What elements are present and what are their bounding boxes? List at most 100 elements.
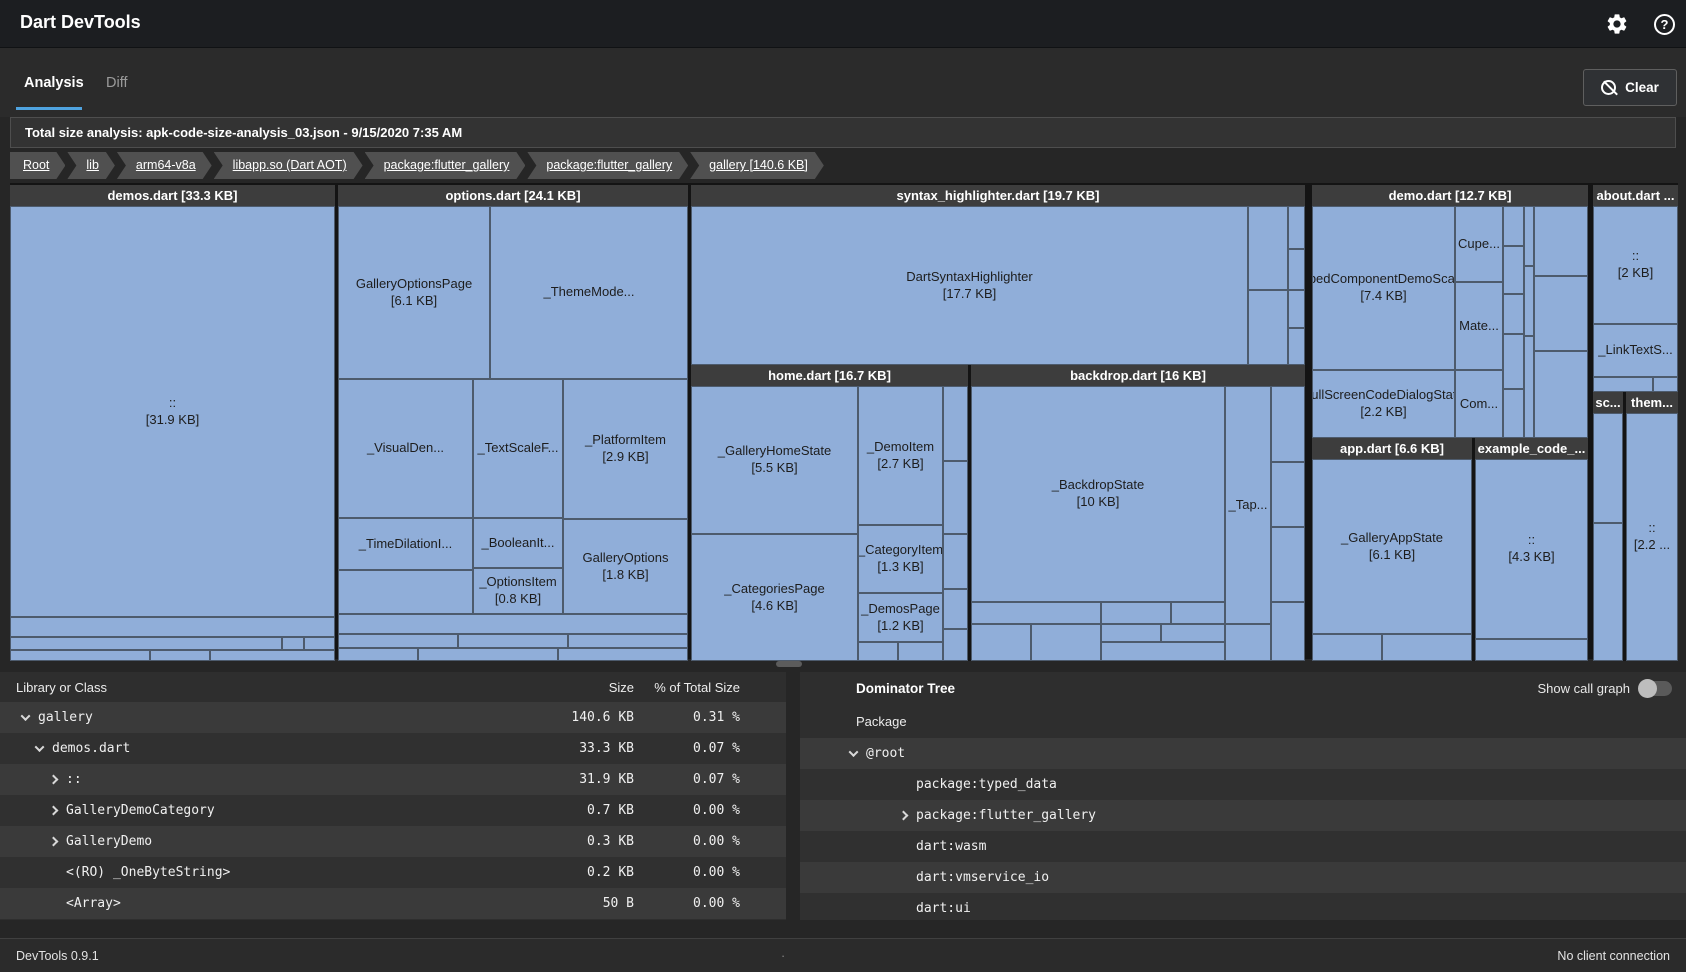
treemap-cell[interactable]: :: [2 KB] (1593, 206, 1678, 324)
column-percent[interactable]: % of Total Size (634, 680, 740, 695)
treemap-cell[interactable] (1382, 634, 1472, 661)
treemap-cell[interactable] (1288, 206, 1305, 249)
treemap-cell[interactable] (1248, 290, 1288, 365)
treemap-cell[interactable]: _BooleanIt... (473, 518, 563, 568)
treemap-cell[interactable] (1288, 249, 1305, 290)
treemap-cell[interactable] (1534, 276, 1588, 351)
treemap-cell[interactable] (1031, 624, 1101, 661)
treemap-cell[interactable]: DartSyntaxHighlighter [17.7 KB] (691, 206, 1248, 365)
treemap-cell[interactable] (1101, 642, 1225, 661)
tree-row[interactable]: dart:wasm (800, 831, 1686, 862)
horizontal-splitter-handle[interactable] (776, 661, 802, 667)
treemap-cell[interactable]: GalleryOptionsPage [6.1 KB] (338, 206, 490, 379)
breadcrumb-gallery[interactable]: gallery [140.6 KB] (690, 152, 824, 179)
breadcrumb-arm64[interactable]: arm64-v8a (117, 152, 212, 179)
treemap-cell[interactable] (1534, 351, 1588, 438)
treemap-cell[interactable] (338, 614, 688, 634)
treemap-cell[interactable] (10, 650, 150, 661)
treemap-cell[interactable]: _TimeDilationI... (338, 518, 473, 570)
tab-diff[interactable]: Diff (106, 75, 128, 91)
treemap-cell[interactable] (1271, 527, 1305, 602)
treemap-cell[interactable]: _DemosPage [1.2 KB] (858, 593, 943, 642)
treemap-cell[interactable] (1524, 266, 1534, 336)
treemap-cell[interactable]: _Tap... (1225, 386, 1271, 624)
column-size[interactable]: Size (524, 680, 634, 695)
breadcrumb-root[interactable]: Root (10, 152, 65, 179)
treemap-cell[interactable] (1593, 413, 1623, 523)
treemap-cell[interactable] (1503, 334, 1524, 389)
treemap-cell[interactable] (1475, 639, 1588, 661)
treemap-cell[interactable] (1225, 624, 1271, 661)
treemap-cell[interactable]: :: [31.9 KB] (10, 206, 335, 617)
treemap-cell[interactable] (1288, 328, 1305, 365)
treemap-cell[interactable] (971, 602, 1101, 624)
treemap-cell[interactable] (1524, 336, 1534, 438)
treemap-cell[interactable]: _VisualDen... (338, 379, 473, 518)
breadcrumb-package-1[interactable]: package:flutter_gallery (365, 152, 526, 179)
treemap-cell[interactable] (1534, 206, 1588, 276)
help-icon[interactable]: ? (1654, 14, 1675, 35)
treemap-cell[interactable] (1503, 206, 1524, 246)
treemap-cell[interactable]: FullScreenCodeDialogState [2.2 KB] (1312, 370, 1455, 438)
treemap-cell[interactable] (1503, 389, 1524, 438)
tree-row[interactable]: package:flutter_gallery (800, 800, 1686, 831)
treemap-cell[interactable] (1271, 462, 1305, 527)
treemap-cell[interactable] (1593, 523, 1623, 661)
treemap-cell[interactable] (943, 629, 968, 661)
treemap-cell[interactable]: _GalleryAppState [6.1 KB] (1312, 459, 1472, 634)
treemap-cell[interactable]: _LinkTextS... (1593, 324, 1678, 377)
treemap-cell[interactable]: _OptionsItem [0.8 KB] (473, 568, 563, 614)
treemap-cell[interactable] (304, 637, 335, 650)
treemap-cell[interactable]: Mate... (1455, 282, 1503, 370)
treemap-cell[interactable] (418, 648, 558, 661)
treemap-cell[interactable]: :: [4.3 KB] (1475, 459, 1588, 639)
treemap-cell[interactable] (282, 637, 304, 650)
treemap-cell[interactable] (943, 461, 968, 534)
treemap-cell[interactable] (1653, 377, 1678, 392)
treemap-cell[interactable] (338, 570, 473, 614)
tree-row[interactable]: package:typed_data (800, 769, 1686, 800)
treemap-section-header[interactable]: home.dart [16.7 KB] (691, 365, 968, 386)
treemap-cell[interactable] (1312, 634, 1382, 661)
treemap-section-header[interactable]: about.dart ... (1593, 185, 1678, 206)
treemap-cell[interactable] (943, 386, 968, 461)
settings-icon[interactable] (1605, 12, 1629, 36)
treemap-cell[interactable] (10, 617, 335, 637)
treemap-section-header[interactable]: options.dart [24.1 KB] (338, 185, 688, 206)
treemap-cell[interactable] (943, 534, 968, 589)
treemap-cell[interactable]: TabbedComponentDemoScaffold [7.4 KB] (1312, 206, 1455, 370)
treemap-cell[interactable] (1161, 624, 1225, 642)
treemap-section-header[interactable]: demos.dart [33.3 KB] (10, 185, 335, 206)
treemap-cell[interactable] (338, 648, 418, 661)
treemap-cell[interactable]: Cupe... (1455, 206, 1503, 282)
treemap-cell[interactable] (10, 637, 282, 650)
tree-row[interactable]: @root (800, 738, 1686, 769)
treemap-section-header[interactable]: app.dart [6.6 KB] (1312, 438, 1472, 459)
treemap-cell[interactable] (1171, 602, 1225, 624)
treemap-cell[interactable] (1248, 206, 1288, 290)
treemap-cell[interactable]: _CategoriesPage [4.6 KB] (691, 534, 858, 661)
tab-analysis[interactable]: Analysis (24, 75, 84, 91)
treemap-cell[interactable]: Com... (1455, 370, 1503, 438)
column-package[interactable]: Package (800, 704, 1686, 738)
treemap-cell[interactable] (943, 589, 968, 629)
tree-row[interactable]: dart:vmservice_io (800, 862, 1686, 893)
treemap-cell[interactable]: _BackdropState [10 KB] (971, 386, 1225, 602)
treemap-cell[interactable] (898, 642, 943, 661)
treemap-cell[interactable] (1503, 246, 1524, 294)
table-row[interactable]: <Array> 50 B 0.00 % (0, 888, 786, 919)
treemap-cell[interactable]: _PlatformItem [2.9 KB] (563, 379, 688, 519)
treemap-section-header[interactable]: syntax_highlighter.dart [19.7 KB] (691, 185, 1305, 206)
treemap-section-header[interactable]: demo.dart [12.7 KB] (1312, 185, 1588, 206)
treemap-section-header[interactable]: them... (1626, 392, 1678, 413)
treemap-cell[interactable] (858, 642, 898, 661)
table-row[interactable]: GalleryDemo 0.3 KB 0.00 % (0, 826, 786, 857)
table-row[interactable]: gallery 140.6 KB 0.31 % (0, 702, 786, 733)
treemap-cell[interactable]: _ThemeMode... (490, 206, 688, 379)
column-library-or-class[interactable]: Library or Class (0, 680, 524, 695)
treemap-cell[interactable]: _GalleryHomeState [5.5 KB] (691, 386, 858, 534)
treemap-cell[interactable] (1271, 602, 1305, 661)
show-call-graph-toggle[interactable] (1640, 681, 1672, 696)
treemap-cell[interactable] (1288, 290, 1305, 328)
treemap-cell[interactable] (1271, 386, 1305, 462)
